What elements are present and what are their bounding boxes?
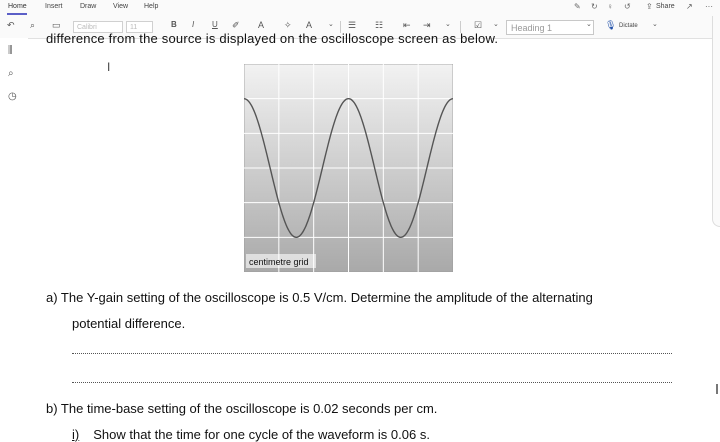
left-rail: ⫼ ⌕ ◷ <box>0 38 28 442</box>
ribbon-tabs: Home Insert Draw View Help ✎ ↻ ♀ ↺ ⇪ Sha… <box>0 0 720 16</box>
style-select[interactable]: Heading 1 <box>506 20 594 35</box>
history-icon[interactable]: ◷ <box>8 91 17 102</box>
tab-insert[interactable]: Insert <box>45 3 63 10</box>
question-b-i-text: Show that the time for one cycle of the … <box>93 427 430 442</box>
library-icon[interactable]: ⫼ <box>8 45 13 56</box>
tab-view[interactable]: View <box>113 3 128 10</box>
numbered-list-icon[interactable]: ☷ <box>375 20 383 31</box>
more-options-icon[interactable]: ··· <box>705 2 713 11</box>
scrollbar-thumb[interactable] <box>716 384 718 394</box>
expand-icon[interactable]: ↗ <box>686 2 693 11</box>
format-painter-icon[interactable]: ⌕ <box>30 20 35 31</box>
tab-draw[interactable]: Draw <box>80 3 96 10</box>
highlight-icon[interactable]: ✐ <box>232 20 240 31</box>
question-b-i: i) Show that the time for one cycle of th… <box>72 427 430 442</box>
active-tab-indicator <box>7 13 27 15</box>
question-a: a) The Y-gain setting of the oscilloscop… <box>46 290 593 305</box>
tab-home[interactable]: Home <box>8 3 27 10</box>
lightbulb-icon[interactable]: ♀ <box>607 2 613 11</box>
style-select-value: Heading 1 <box>511 23 553 33</box>
answer-line <box>72 382 672 383</box>
oscilloscope-screen: centimetre grid <box>244 64 453 272</box>
refresh-icon[interactable]: ↺ <box>624 2 631 11</box>
undo-icon[interactable]: ↶ <box>7 20 15 31</box>
clear-format-icon[interactable]: ✧ <box>284 20 292 31</box>
pen-icon[interactable]: ✎ <box>574 2 581 11</box>
bold-button[interactable]: B <box>171 20 177 29</box>
cut-off-text-line: difference from the source is displayed … <box>46 31 499 46</box>
text-effects-icon[interactable]: A <box>306 20 312 30</box>
checkbox-tag-icon[interactable]: ☑ <box>474 20 482 31</box>
question-b: b) The time-base setting of the oscillos… <box>46 401 438 416</box>
italic-button[interactable]: I <box>192 20 194 29</box>
tag-chevron-icon[interactable]: ⌄ <box>493 20 499 28</box>
font-color-icon[interactable]: A <box>258 20 264 30</box>
question-b-i-number: i) <box>72 427 80 442</box>
tab-help[interactable]: Help <box>144 3 158 10</box>
answer-line <box>72 353 672 354</box>
chevron-down-icon[interactable]: ⌄ <box>328 20 334 28</box>
text-cursor-icon: I <box>107 60 111 74</box>
indent-decrease-icon[interactable]: ⇤ <box>403 20 411 31</box>
share-icon[interactable]: ⇪ <box>646 2 653 11</box>
underline-button[interactable]: U <box>212 20 218 29</box>
clipboard-icon[interactable]: ▭ <box>52 20 61 31</box>
dictate-button[interactable]: Dictate <box>619 23 638 29</box>
paragraph-chevron-icon[interactable]: ⌄ <box>445 20 451 28</box>
microphone-icon[interactable]: 🎙 <box>605 20 616 31</box>
dictate-chevron-icon[interactable]: ⌄ <box>652 20 658 28</box>
indent-increase-icon[interactable]: ⇥ <box>423 20 431 31</box>
question-a-continued: potential difference. <box>72 316 186 331</box>
search-icon[interactable]: ⌕ <box>8 68 14 79</box>
style-chevron-icon[interactable]: ⌄ <box>586 20 592 28</box>
side-panel-edge[interactable] <box>712 16 720 227</box>
grid-caption: centimetre grid <box>249 257 309 267</box>
undo-history-icon[interactable]: ↻ <box>591 2 598 11</box>
bullet-list-icon[interactable]: ☰ <box>348 20 356 31</box>
